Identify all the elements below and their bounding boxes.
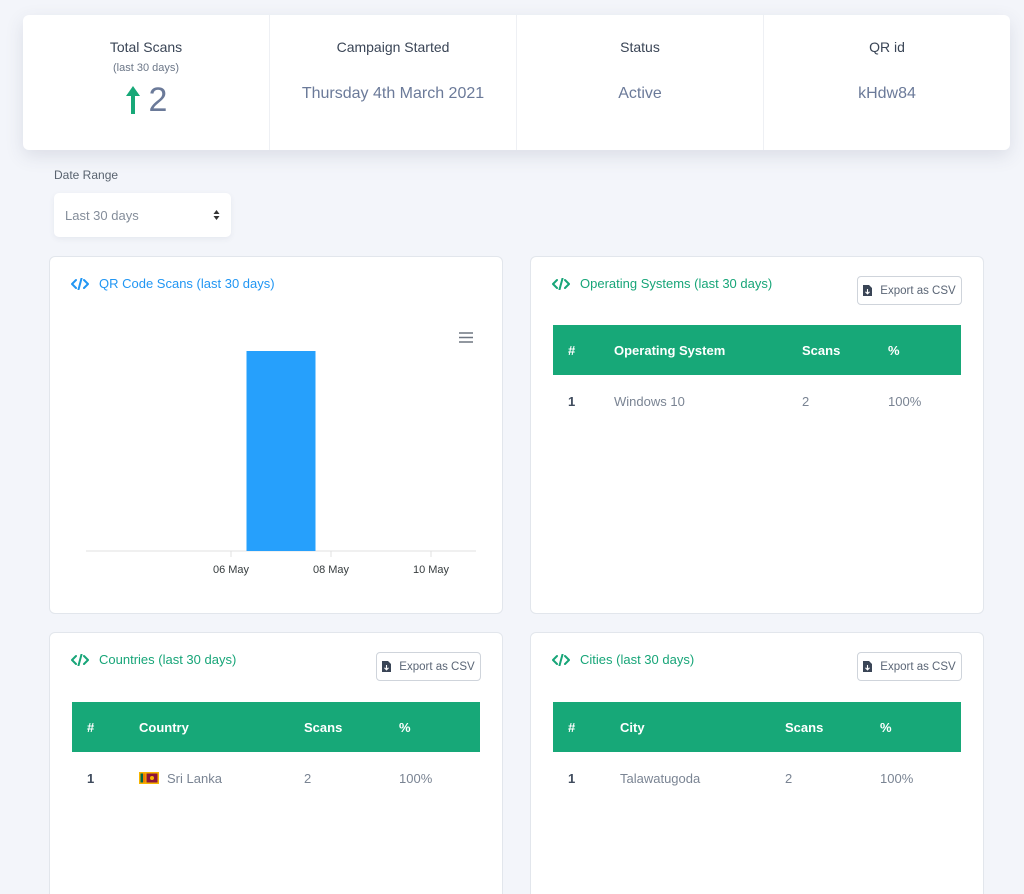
countries-card: Countries (last 30 days) Export as CSV #…: [49, 632, 503, 894]
stat-title: Campaign Started: [336, 39, 450, 55]
cities-table: # City Scans % 1 Talawatugoda 2 100%: [553, 702, 961, 805]
card-title: Cities (last 30 days): [552, 652, 694, 667]
column-header: Scans: [802, 342, 841, 358]
column-header: %: [399, 719, 411, 735]
column-header: %: [880, 719, 892, 735]
stat-title: QR id: [869, 39, 905, 55]
column-header: #: [87, 719, 95, 735]
column-header: Scans: [304, 719, 343, 735]
table-header-row: # Operating System Scans %: [553, 325, 961, 375]
column-header: Operating System: [614, 342, 726, 358]
table-header-row: # Country Scans %: [72, 702, 480, 752]
stat-title: Status: [620, 39, 660, 55]
stat-value-wrap: 2: [23, 83, 269, 117]
country-cell: Sri Lanka: [139, 752, 304, 805]
card-title-text: Cities (last 30 days): [580, 652, 695, 667]
column-header: #: [568, 719, 576, 735]
column-header: Scans: [785, 719, 824, 735]
stat-subtitle: (last 30 days): [112, 62, 180, 74]
table-row: 1 Sri Lanka 2 100%: [72, 752, 480, 805]
stat-value: kHdw84: [858, 85, 916, 102]
row-index: 1: [568, 394, 576, 409]
x-tick-label: 10 May: [413, 564, 450, 576]
column-header: Country: [139, 719, 189, 735]
file-download-icon: [863, 661, 873, 672]
export-label: Export as CSV: [880, 660, 956, 673]
export-label: Export as CSV: [399, 660, 475, 673]
table-header-row: # City Scans %: [553, 702, 961, 752]
os-table: # Operating System Scans % 1 Windows 10 …: [553, 325, 961, 428]
scan-count: 2: [802, 394, 810, 409]
file-download-icon: [863, 285, 873, 296]
column-header: #: [568, 342, 576, 358]
export-csv-button[interactable]: Export as CSV: [857, 276, 962, 305]
export-csv-button[interactable]: Export as CSV: [857, 652, 962, 681]
cities-card: Cities (last 30 days) Export as CSV # Ci…: [530, 632, 984, 894]
arrow-up-icon: [125, 86, 140, 114]
card-title-text: Operating Systems (last 30 days): [580, 276, 773, 291]
date-range-label: Date Range: [54, 168, 119, 182]
card-title: Countries (last 30 days): [71, 652, 236, 667]
country-name: Sri Lanka: [167, 771, 222, 786]
city-name: Talawatugoda: [620, 771, 701, 786]
code-icon: [552, 653, 570, 666]
bar-07-may[interactable]: [246, 351, 316, 551]
code-icon: [71, 653, 89, 666]
os-name: Windows 10: [614, 394, 685, 409]
scan-count: 2: [304, 771, 312, 786]
stat-value: Active: [618, 85, 662, 102]
scan-percent: 100%: [399, 771, 433, 786]
stat-value: 2: [148, 81, 168, 119]
stat-title: Total Scans: [109, 39, 183, 55]
sri-lanka-flag-icon: [139, 772, 159, 784]
scan-count: 2: [785, 771, 793, 786]
card-title: Operating Systems (last 30 days): [552, 276, 772, 291]
sort-caret-icon: [213, 210, 220, 220]
date-range-select[interactable]: Last 30 days: [54, 193, 231, 237]
scans-chart: 06 May 08 May 10 May: [86, 351, 476, 576]
card-title-text: Countries (last 30 days): [99, 652, 237, 667]
stat-total-scans: Total Scans (last 30 days) 2: [23, 15, 270, 150]
row-index: 1: [568, 771, 576, 786]
os-card: Operating Systems (last 30 days) Export …: [530, 256, 984, 614]
stat-campaign-started: Campaign Started Thursday 4th March 2021: [270, 15, 517, 150]
file-download-icon: [382, 661, 392, 672]
stats-bar: Total Scans (last 30 days) 2 Campaign St…: [23, 15, 1010, 150]
scans-card: QR Code Scans (last 30 days) 06 May 08 Ma…: [49, 256, 503, 614]
stat-value: Thursday 4th March 2021: [301, 85, 485, 102]
stat-qr-id: QR id kHdw84: [764, 15, 1010, 150]
scan-percent: 100%: [888, 394, 922, 409]
row-index: 1: [87, 771, 95, 786]
export-csv-button[interactable]: Export as CSV: [376, 652, 481, 681]
stat-status: Status Active: [517, 15, 764, 150]
code-icon: [552, 277, 570, 290]
table-row: 1 Windows 10 2 100%: [553, 375, 961, 428]
x-tick-label: 08 May: [313, 564, 350, 576]
table-row: 1 Talawatugoda 2 100%: [553, 752, 961, 805]
column-header: %: [888, 342, 900, 358]
export-label: Export as CSV: [880, 284, 956, 297]
countries-table: # Country Scans % 1 Sri Lanka 2 100%: [72, 702, 480, 805]
column-header: City: [620, 719, 645, 735]
scan-percent: 100%: [880, 771, 914, 786]
x-tick-label: 06 May: [213, 564, 250, 576]
date-range-value: Last 30 days: [65, 207, 139, 223]
